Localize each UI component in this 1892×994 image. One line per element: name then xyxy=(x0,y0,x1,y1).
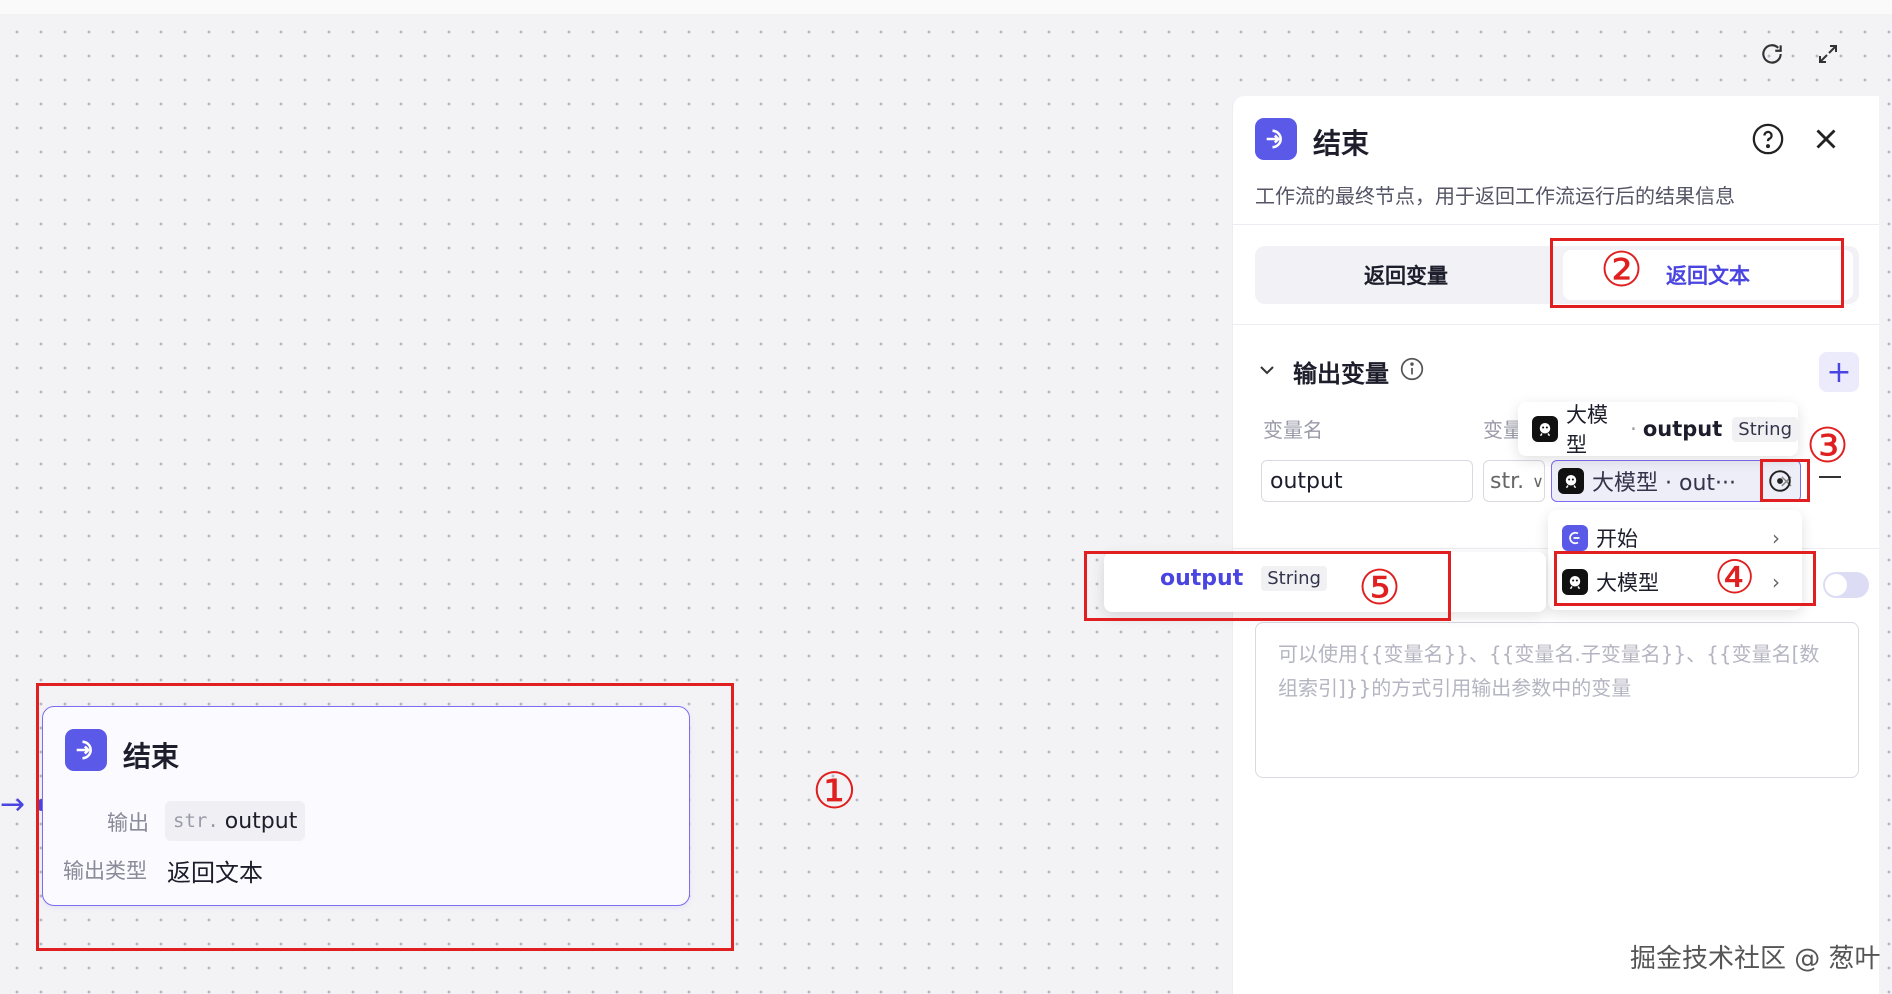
divider xyxy=(1233,224,1879,225)
close-icon[interactable] xyxy=(1809,122,1843,156)
add-variable-button[interactable]: + xyxy=(1819,352,1859,392)
tooltip-var: output xyxy=(1642,417,1723,441)
var-type-select[interactable]: str. ∨ xyxy=(1483,460,1545,502)
chevron-down-icon[interactable] xyxy=(1255,358,1279,386)
highlight-box-2 xyxy=(1550,238,1844,308)
menu-item-label: 开始 xyxy=(1596,527,1638,551)
tab-return-variables[interactable]: 返回变量 xyxy=(1255,246,1557,304)
var-name-input[interactable]: output xyxy=(1261,460,1473,502)
tooltip-type: String xyxy=(1732,416,1798,442)
fullscreen-icon[interactable] xyxy=(1812,38,1844,70)
tooltip-source: 大模型 xyxy=(1566,403,1608,457)
var-name-value: output xyxy=(1270,468,1343,494)
end-node-icon xyxy=(1255,118,1297,160)
info-icon[interactable] xyxy=(1399,356,1425,386)
annotation-4: ④ xyxy=(1714,550,1756,604)
return-text-editor[interactable]: 可以使用{{变量名}}、{{变量名.子变量名}}、{{变量名[数组索引]}}的方… xyxy=(1255,622,1859,778)
panel-description: 工作流的最终节点，用于返回工作流运行后的结果信息 xyxy=(1255,184,1735,208)
highlight-box-4 xyxy=(1554,551,1816,606)
chevron-right-icon: › xyxy=(1772,526,1780,550)
llm-icon xyxy=(1532,416,1558,442)
annotation-2: ② xyxy=(1600,242,1644,298)
refresh-icon[interactable] xyxy=(1756,38,1788,70)
incoming-arrow-icon: → xyxy=(0,787,26,822)
annotation-3: ③ xyxy=(1806,418,1850,474)
streaming-toggle[interactable] xyxy=(1823,572,1869,598)
annotation-5: ⑤ xyxy=(1358,560,1402,616)
section-output-variables: 输出变量 xyxy=(1293,360,1389,388)
canvas-top-bar xyxy=(0,0,1892,14)
panel-title: 结束 xyxy=(1313,127,1370,160)
var-type-value: str. xyxy=(1490,468,1525,494)
help-icon[interactable] xyxy=(1751,122,1785,156)
divider xyxy=(1233,324,1879,325)
llm-icon xyxy=(1558,468,1584,494)
remove-variable-icon[interactable] xyxy=(1819,476,1841,478)
ref-value: 大模型 · out··· xyxy=(1592,471,1736,496)
highlight-box-1 xyxy=(36,683,734,951)
reference-tooltip: 大模型 · output String xyxy=(1518,402,1798,457)
watermark: 掘金技术社区 @ 葱叶 xyxy=(1630,944,1881,974)
column-var-name: 变量名 xyxy=(1263,418,1323,442)
annotation-1: ① xyxy=(812,762,857,820)
start-icon xyxy=(1562,525,1588,551)
tooltip-separator: · xyxy=(1630,417,1637,441)
column-var-value: 变量 xyxy=(1483,418,1523,442)
highlight-box-3 xyxy=(1760,459,1810,502)
chevron-down-icon: ∨ xyxy=(1532,471,1544,491)
